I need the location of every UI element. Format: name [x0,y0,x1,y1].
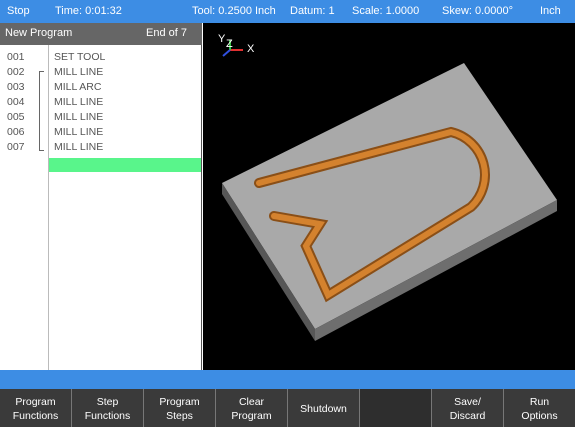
part-preview: Y Z X [218,33,557,341]
axis-triad-icon: Y Z X [218,33,255,57]
axis-label-x: X [247,43,255,55]
elapsed-time: Time: 0:01:32 [55,5,122,17]
axis-label-y: Y [218,33,226,45]
step-number: 005 [7,111,25,123]
insert-cursor-row[interactable] [49,158,201,172]
list-item[interactable]: 007 MILL LINE [0,140,201,155]
program-steps-button[interactable]: Program Steps [144,389,216,427]
program-step-list[interactable]: 001 SET TOOL 002 MILL LINE 003 MILL ARC … [0,45,202,370]
axis-label-z: Z [226,38,233,50]
list-item[interactable]: 002 MILL LINE [0,65,201,80]
program-name: New Program [5,27,73,39]
list-item[interactable]: 004 MILL LINE [0,95,201,110]
step-number: 001 [7,51,25,63]
run-options-button[interactable]: Run Options [504,389,575,427]
shutdown-button[interactable]: Shutdown [288,389,360,427]
graphics-viewport[interactable]: Y Z X [203,23,575,370]
softkey-bar: Program Functions Step Functions Program… [0,389,575,427]
step-number: 006 [7,126,25,138]
step-functions-button[interactable]: Step Functions [72,389,144,427]
step-name: MILL ARC [54,81,102,93]
clear-program-button[interactable]: Clear Program [216,389,288,427]
message-bar [0,370,575,389]
step-name: MILL LINE [54,66,104,78]
list-item[interactable]: 001 SET TOOL [0,50,201,65]
step-number: 002 [7,66,25,78]
scale: Scale: 1.0000 [352,5,420,17]
status-bar: Stop Time: 0:01:32 Tool: 0.2500 Inch Dat… [0,0,575,23]
contour-bracket-end [39,141,44,151]
step-name: MILL LINE [54,126,104,138]
list-item[interactable]: 005 MILL LINE [0,110,201,125]
step-name: MILL LINE [54,111,104,123]
list-item[interactable]: 006 MILL LINE [0,125,201,140]
skew: Skew: 0.0000° [442,5,514,17]
save-discard-button[interactable]: Save/ Discard [432,389,504,427]
step-number: 007 [7,141,25,153]
blank-softkey[interactable] [360,389,432,427]
step-number: 004 [7,96,25,108]
step-name: MILL LINE [54,141,104,153]
step-number: 003 [7,81,25,93]
tool-size: Tool: 0.2500 Inch [192,5,276,17]
program-position: End of 7 [146,27,187,39]
step-name: MILL LINE [54,96,104,108]
program-header: New Program End of 7 [0,23,202,45]
run-state: Stop [7,5,30,17]
workpiece-plate [222,63,557,329]
datum: Datum: 1 [290,5,335,17]
contour-bracket [39,81,44,141]
step-name: SET TOOL [54,51,106,63]
program-functions-button[interactable]: Program Functions [0,389,72,427]
contour-bracket-start [39,71,44,81]
list-item[interactable]: 003 MILL ARC [0,80,201,95]
units: Inch [540,5,561,17]
